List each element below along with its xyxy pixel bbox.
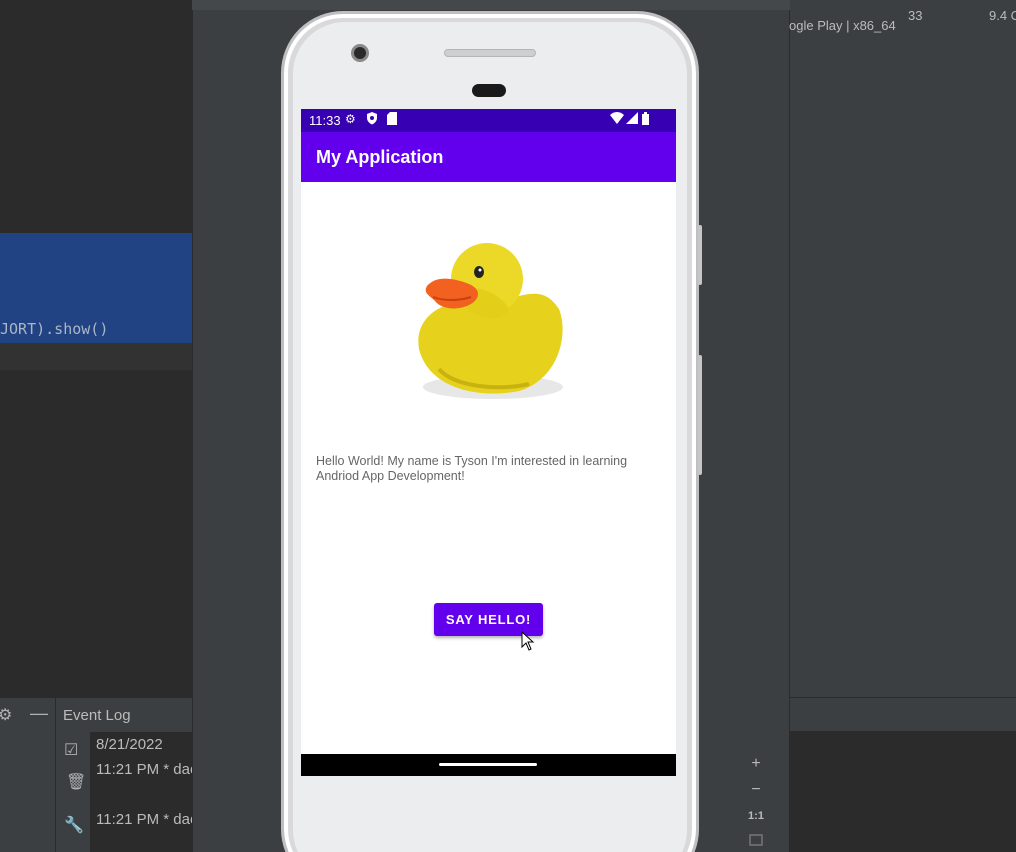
right-bottom-content (790, 731, 1016, 852)
front-camera (351, 44, 369, 62)
mark-read-icon[interactable]: ☑ (64, 740, 78, 760)
shield-status-icon (366, 112, 378, 128)
log-entry: 8/21/2022 (96, 736, 163, 753)
log-entry: 11:21 PM * dae (96, 811, 199, 828)
wifi-icon (610, 112, 624, 127)
hello-text: Hello World! My name is Tyson I'm intere… (316, 454, 628, 483)
app-bar: My Application (301, 132, 676, 182)
zoom-controls: + − 1:1 (742, 749, 770, 852)
actual-size-button[interactable]: 1:1 (742, 803, 770, 829)
status-bar: 11:33 ⚙ (301, 109, 676, 132)
power-button[interactable] (698, 355, 702, 475)
earpiece-speaker (444, 49, 536, 57)
event-log-toolbar: ⚙ — ☑ 🗑 🔧 (0, 698, 86, 852)
wrench-icon[interactable]: 🔧 (64, 815, 84, 835)
event-log-list: 8/21/2022 11:21 PM * dae 11:21 PM * dae (90, 732, 198, 852)
device-info-text: ogle Play | x86_64 (789, 18, 896, 33)
log-entry: 11:21 PM * dae (96, 761, 199, 778)
current-line-highlight (0, 343, 192, 370)
volume-button[interactable] (698, 225, 702, 285)
proximity-sensor (472, 84, 506, 97)
app-title: My Application (316, 147, 444, 167)
mouse-cursor-icon (521, 631, 535, 651)
status-time: 11:33 (309, 113, 341, 128)
ide-window: JORT).show() ⚙ — ☑ 🗑 🔧 Event Log 8/21/20… (0, 0, 1016, 852)
rubber-duck-image (418, 243, 563, 399)
code-line[interactable]: JORT).show() (0, 320, 108, 338)
zoom-out-button[interactable]: − (742, 777, 770, 803)
device-screen[interactable]: 11:33 ⚙ My Application Hello World! My n… (301, 109, 676, 776)
event-log-title[interactable]: Event Log (63, 707, 131, 724)
navigation-bar (301, 754, 676, 776)
battery-icon (642, 112, 649, 128)
settings-status-icon: ⚙ (345, 112, 356, 126)
home-gesture-handle[interactable] (439, 763, 537, 766)
api-level-text: 33 (908, 8, 923, 23)
size-text: 9.4 C (989, 8, 1016, 23)
trash-icon[interactable]: 🗑 (66, 772, 86, 792)
minimize-icon[interactable]: — (30, 703, 48, 724)
event-log-panel: ⚙ — ☑ 🗑 🔧 Event Log 8/21/2022 11:21 PM *… (0, 697, 198, 852)
zoom-in-button[interactable]: + (742, 751, 770, 777)
emulator-toolbar (192, 0, 790, 10)
sd-card-status-icon (387, 112, 397, 128)
gear-icon[interactable]: ⚙ (0, 705, 12, 725)
signal-icon (626, 112, 638, 127)
fit-screen-icon[interactable] (742, 829, 770, 852)
